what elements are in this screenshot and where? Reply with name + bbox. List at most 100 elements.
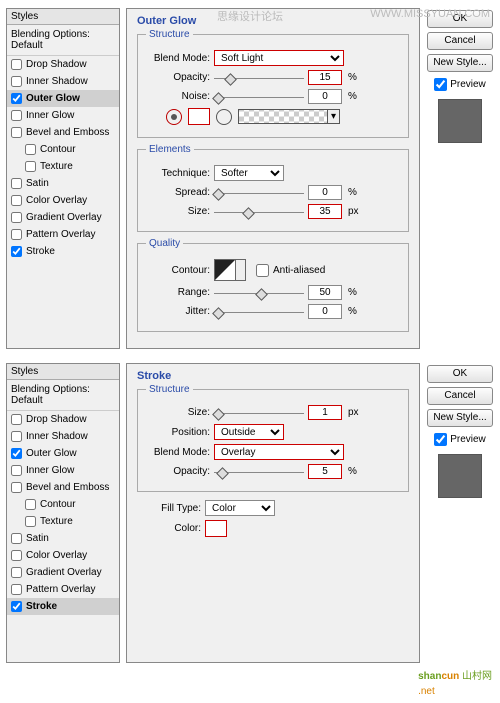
new-style-button[interactable]: New Style...	[427, 409, 493, 427]
style-checkbox[interactable]	[25, 161, 36, 172]
style-checkbox[interactable]	[11, 448, 22, 459]
gradient-radio[interactable]	[216, 109, 232, 125]
elements-legend: Elements	[146, 144, 194, 155]
style-label: Inner Glow	[26, 465, 74, 476]
style-checkbox[interactable]	[11, 414, 22, 425]
jitter-input[interactable]	[308, 304, 342, 319]
style-checkbox[interactable]	[11, 110, 22, 121]
style-checkbox[interactable]	[25, 144, 36, 155]
noise-slider[interactable]	[214, 91, 304, 103]
style-item-contour[interactable]: Contour	[7, 496, 119, 513]
style-item-satin[interactable]: Satin	[7, 175, 119, 192]
opacity-input[interactable]	[308, 464, 342, 479]
style-label: Inner Shadow	[26, 76, 88, 87]
style-item-satin[interactable]: Satin	[7, 530, 119, 547]
style-label: Contour	[40, 144, 76, 155]
style-label: Bevel and Emboss	[26, 482, 109, 493]
solid-color-swatch[interactable]	[188, 108, 210, 125]
stroke-color-swatch[interactable]	[205, 520, 227, 537]
style-item-inner-glow[interactable]: Inner Glow	[7, 462, 119, 479]
gradient-swatch[interactable]	[238, 109, 328, 124]
style-item-color-overlay[interactable]: Color Overlay	[7, 547, 119, 564]
style-item-stroke[interactable]: Stroke	[7, 598, 119, 615]
size-slider[interactable]	[214, 206, 304, 218]
cancel-button[interactable]: Cancel	[427, 32, 493, 50]
ok-button[interactable]: OK	[427, 365, 493, 383]
style-item-outer-glow[interactable]: Outer Glow	[7, 445, 119, 462]
style-item-drop-shadow[interactable]: Drop Shadow	[7, 411, 119, 428]
style-checkbox[interactable]	[11, 601, 22, 612]
style-item-inner-shadow[interactable]: Inner Shadow	[7, 428, 119, 445]
position-select[interactable]: Outside	[214, 424, 284, 440]
style-item-gradient-overlay[interactable]: Gradient Overlay	[7, 209, 119, 226]
stroke-settings: Stroke Structure Size: px Position: Outs…	[126, 363, 420, 663]
size-slider[interactable]	[214, 407, 304, 419]
jitter-label: Jitter:	[146, 306, 210, 317]
style-item-gradient-overlay[interactable]: Gradient Overlay	[7, 564, 119, 581]
range-input[interactable]	[308, 285, 342, 300]
styles-header: Styles	[7, 9, 119, 25]
style-checkbox[interactable]	[11, 127, 22, 138]
style-item-pattern-overlay[interactable]: Pattern Overlay	[7, 226, 119, 243]
style-item-pattern-overlay[interactable]: Pattern Overlay	[7, 581, 119, 598]
cancel-button[interactable]: Cancel	[427, 387, 493, 405]
style-checkbox[interactable]	[11, 431, 22, 442]
anti-aliased-checkbox[interactable]	[256, 264, 269, 277]
style-checkbox[interactable]	[11, 246, 22, 257]
blend-mode-label: Blend Mode:	[146, 447, 210, 458]
style-item-color-overlay[interactable]: Color Overlay	[7, 192, 119, 209]
jitter-slider[interactable]	[214, 306, 304, 318]
style-label: Pattern Overlay	[26, 584, 95, 595]
fill-type-select[interactable]: Color	[205, 500, 275, 516]
blend-mode-select[interactable]: Soft Light	[214, 50, 344, 66]
style-item-inner-shadow[interactable]: Inner Shadow	[7, 73, 119, 90]
style-checkbox[interactable]	[11, 59, 22, 70]
style-checkbox[interactable]	[11, 229, 22, 240]
new-style-button[interactable]: New Style...	[427, 54, 493, 72]
blend-mode-label: Blend Mode:	[146, 53, 210, 64]
style-checkbox[interactable]	[11, 533, 22, 544]
technique-select[interactable]: Softer	[214, 165, 284, 181]
opacity-input[interactable]	[308, 70, 342, 85]
style-item-contour[interactable]: Contour	[7, 141, 119, 158]
style-checkbox[interactable]	[11, 195, 22, 206]
style-checkbox[interactable]	[11, 550, 22, 561]
style-item-bevel-and-emboss[interactable]: Bevel and Emboss	[7, 124, 119, 141]
preview-swatch	[438, 99, 482, 143]
contour-picker[interactable]	[214, 259, 236, 281]
style-checkbox[interactable]	[11, 567, 22, 578]
gradient-dropdown[interactable]: ▾	[328, 109, 340, 124]
preview-checkbox[interactable]	[434, 78, 447, 91]
style-checkbox[interactable]	[11, 212, 22, 223]
blend-mode-select[interactable]: Overlay	[214, 444, 344, 460]
style-item-texture[interactable]: Texture	[7, 513, 119, 530]
size-input[interactable]	[308, 204, 342, 219]
style-checkbox[interactable]	[25, 499, 36, 510]
opacity-slider[interactable]	[214, 72, 304, 84]
style-checkbox[interactable]	[11, 178, 22, 189]
style-checkbox[interactable]	[11, 465, 22, 476]
style-checkbox[interactable]	[11, 584, 22, 595]
style-checkbox[interactable]	[11, 93, 22, 104]
style-checkbox[interactable]	[25, 516, 36, 527]
style-item-texture[interactable]: Texture	[7, 158, 119, 175]
blending-options-label[interactable]: Blending Options: Default	[7, 25, 119, 56]
spread-input[interactable]	[308, 185, 342, 200]
style-checkbox[interactable]	[11, 482, 22, 493]
style-item-outer-glow[interactable]: Outer Glow	[7, 90, 119, 107]
solid-color-radio[interactable]	[166, 109, 182, 125]
spread-slider[interactable]	[214, 187, 304, 199]
watermark-center: 思缘设计论坛	[217, 8, 283, 24]
noise-input[interactable]	[308, 89, 342, 104]
contour-dropdown[interactable]	[236, 259, 246, 281]
style-label: Inner Shadow	[26, 431, 88, 442]
style-item-stroke[interactable]: Stroke	[7, 243, 119, 260]
preview-checkbox[interactable]	[434, 433, 447, 446]
style-checkbox[interactable]	[11, 76, 22, 87]
style-item-drop-shadow[interactable]: Drop Shadow	[7, 56, 119, 73]
range-slider[interactable]	[214, 287, 304, 299]
opacity-slider[interactable]	[214, 466, 304, 478]
size-input[interactable]	[308, 405, 342, 420]
style-item-bevel-and-emboss[interactable]: Bevel and Emboss	[7, 479, 119, 496]
style-item-inner-glow[interactable]: Inner Glow	[7, 107, 119, 124]
